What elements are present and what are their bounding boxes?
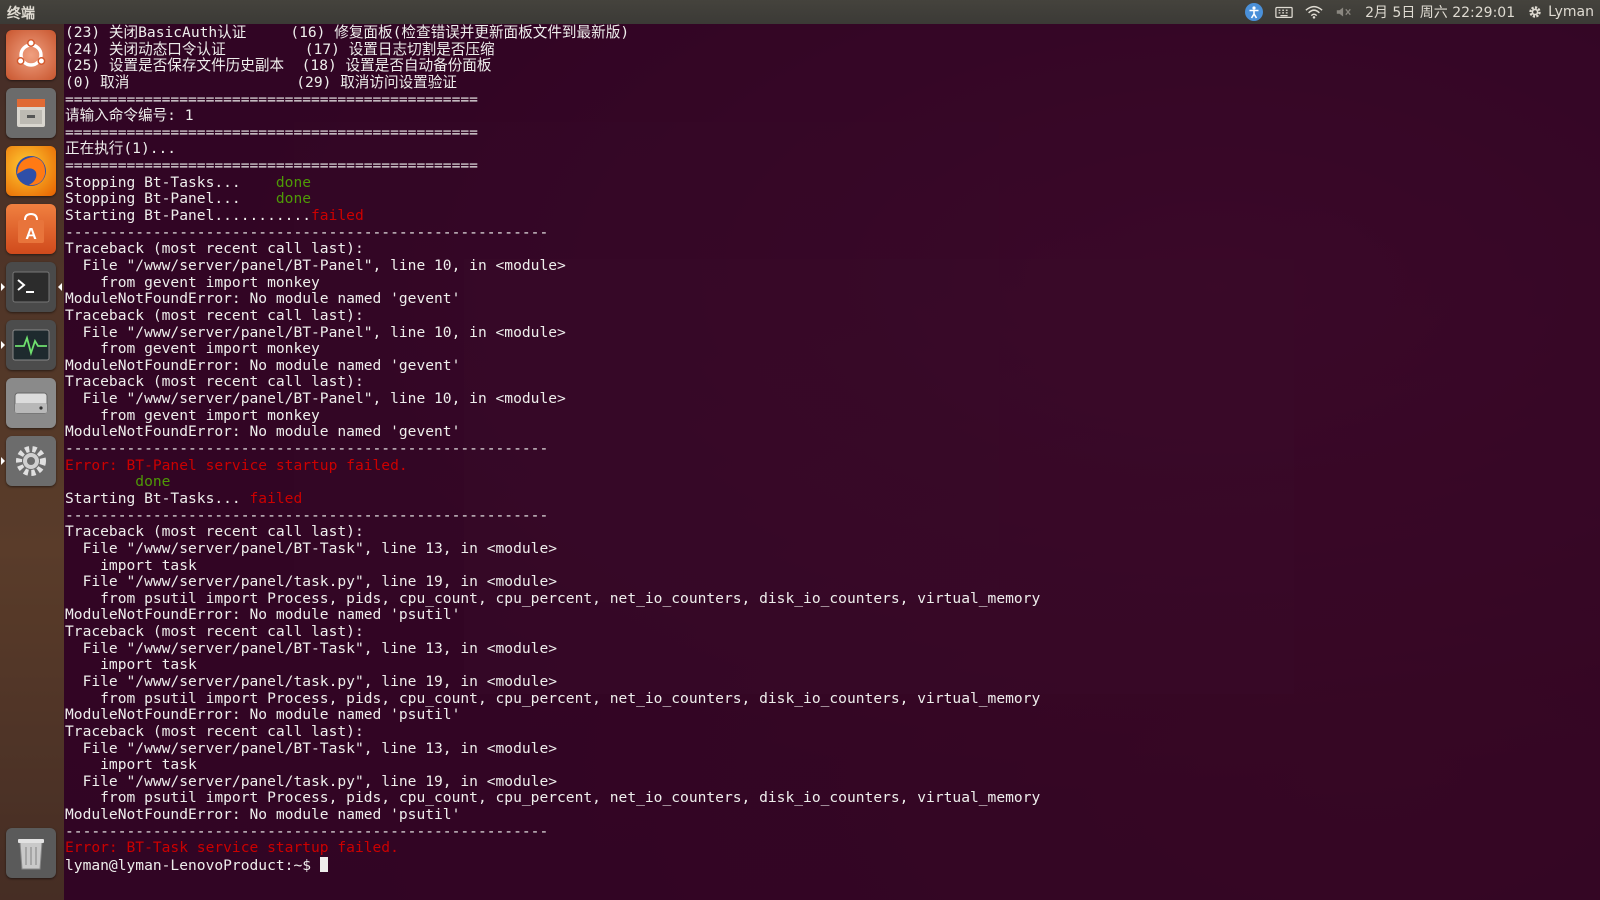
status-label: Stopping Bt-Tasks... xyxy=(65,173,276,191)
error-line: ModuleNotFoundError: No module named 'ps… xyxy=(65,806,461,824)
traceback-line: Traceback (most recent call last): xyxy=(65,623,364,641)
shell-prompt: lyman@lyman-LenovoProduct:~$ xyxy=(65,857,320,875)
status-failed: failed xyxy=(249,489,303,507)
volume-muted-icon[interactable] xyxy=(1335,3,1353,21)
traceback-line: import task xyxy=(65,556,197,574)
separator-line: ========================================… xyxy=(65,157,478,175)
system-monitor-icon xyxy=(12,329,50,361)
status-line: Starting Bt-Panel...........failed xyxy=(65,207,1040,225)
launcher-terminal[interactable] xyxy=(1,262,62,312)
launcher-software-center[interactable]: A xyxy=(6,204,56,254)
status-done: done xyxy=(65,473,171,491)
trash-icon xyxy=(18,839,44,870)
firefox-icon xyxy=(16,156,46,186)
status-line: Stopping Bt-Panel... done xyxy=(65,191,1040,208)
traceback-line: Traceback (most recent call last): xyxy=(65,240,364,258)
traceback-line: File "/www/server/panel/task.py", line 1… xyxy=(65,573,558,591)
top-panel: 终端 2月 5日 周六 22:29:01 Lyman xyxy=(0,0,1600,24)
traceback-line: File "/www/server/panel/BT-Task", line 1… xyxy=(65,739,558,757)
svg-text:A: A xyxy=(25,226,37,243)
separator-line: ----------------------------------------… xyxy=(65,822,549,840)
menu-line: (24) 关闭动态口令认证 (17) 设置日志切割是否压缩 xyxy=(65,40,495,58)
launcher-ubuntu-dash[interactable] xyxy=(6,30,56,80)
error-line: ModuleNotFoundError: No module named 'ge… xyxy=(65,423,461,441)
accessibility-icon[interactable] xyxy=(1245,3,1264,21)
launcher-system-monitor[interactable] xyxy=(1,320,56,370)
menu-line: (23) 关闭BasicAuth认证 (16) 修复面板(检查错误并更新面板文件… xyxy=(65,24,630,41)
separator-line: ----------------------------------------… xyxy=(65,440,549,458)
software-bag-icon: A xyxy=(18,212,44,243)
window-title: 终端 xyxy=(7,6,35,22)
keyboard-icon[interactable] xyxy=(1275,3,1293,21)
service-error-line: Error: BT-Task service startup failed. xyxy=(65,839,399,857)
traceback-line: Traceback (most recent call last): xyxy=(65,306,364,324)
traceback-line: File "/www/server/panel/BT-Task", line 1… xyxy=(65,539,558,557)
ubuntu-logo-icon xyxy=(16,39,46,67)
launcher: A xyxy=(0,24,64,900)
traceback-line: Traceback (most recent call last): xyxy=(65,523,364,541)
settings-gear-icon xyxy=(16,446,46,476)
clock[interactable]: 2月 5日 周六 22:29:01 xyxy=(1365,2,1515,22)
wifi-icon[interactable] xyxy=(1305,3,1323,21)
status-label: Stopping Bt-Panel... xyxy=(65,190,276,208)
file-cabinet-icon xyxy=(17,99,45,127)
status-label: Starting Bt-Tasks... xyxy=(65,489,250,507)
terminal-output[interactable]: (23) 关闭BasicAuth认证 (16) 修复面板(检查错误并更新面板文件… xyxy=(65,24,1041,874)
traceback-line: from psutil import Process, pids, cpu_co… xyxy=(65,789,1041,807)
traceback-line: from gevent import monkey xyxy=(65,340,320,358)
traceback-line: File "/www/server/panel/BT-Panel", line … xyxy=(65,390,566,408)
traceback-line: from gevent import monkey xyxy=(65,273,320,291)
status-line: Starting Bt-Tasks... failed xyxy=(65,489,1040,508)
indicator-area: 2月 5日 周六 22:29:01 Lyman xyxy=(1245,0,1594,24)
error-line: ModuleNotFoundError: No module named 'ge… xyxy=(65,356,461,374)
separator-line: ========================================… xyxy=(65,123,478,141)
traceback-line: File "/www/server/panel/task.py", line 1… xyxy=(65,672,558,690)
traceback-line: from gevent import monkey xyxy=(65,406,320,424)
traceback-line: File "/www/server/panel/BT-Task", line 1… xyxy=(65,639,558,657)
status-failed: failed xyxy=(311,207,364,225)
gear-icon xyxy=(1529,6,1541,18)
status-done: done xyxy=(275,173,312,191)
traceback-line: File "/www/server/panel/BT-Panel", line … xyxy=(65,323,566,341)
menu-line: (0) 取消 (29) 取消访问设置验证 xyxy=(65,73,457,91)
drive-icon xyxy=(14,392,48,414)
terminal-window[interactable]: (23) 关闭BasicAuth认证 (16) 修复面板(检查错误并更新面板文件… xyxy=(64,24,1600,900)
error-line: ModuleNotFoundError: No module named 'ps… xyxy=(65,606,461,624)
traceback-line: Traceback (most recent call last): xyxy=(65,373,364,391)
launcher-trash[interactable] xyxy=(6,828,56,878)
error-line: ModuleNotFoundError: No module named 'ge… xyxy=(65,290,461,308)
traceback-line: from psutil import Process, pids, cpu_co… xyxy=(65,689,1041,707)
launcher-firefox[interactable] xyxy=(6,146,56,196)
error-line: ModuleNotFoundError: No module named 'ps… xyxy=(65,706,461,724)
traceback-line: import task xyxy=(65,756,197,774)
traceback-line: from psutil import Process, pids, cpu_co… xyxy=(65,589,1041,607)
executing-line: 正在执行(1)... xyxy=(65,140,177,158)
user-name: Lyman xyxy=(1548,4,1594,20)
session-menu[interactable]: Lyman xyxy=(1527,4,1594,20)
traceback-line: Traceback (most recent call last): xyxy=(65,722,364,740)
text-cursor[interactable] xyxy=(319,857,328,873)
service-error-line: Error: BT-Panel service startup failed. xyxy=(65,456,408,474)
separator-line: ----------------------------------------… xyxy=(65,223,549,241)
launcher-system-settings[interactable] xyxy=(1,436,56,486)
launcher-drive[interactable] xyxy=(6,378,56,428)
status-done: done xyxy=(275,190,312,208)
traceback-line: File "/www/server/panel/BT-Panel", line … xyxy=(65,256,566,274)
status-label: Starting Bt-Panel........... xyxy=(65,207,312,225)
command-input-line: 请输入命令编号: 1 xyxy=(65,107,194,125)
terminal-icon xyxy=(12,271,50,303)
shell-prompt-line: lyman@lyman-LenovoProduct:~$ xyxy=(65,857,1040,874)
launcher-files[interactable] xyxy=(6,88,56,138)
traceback-line: File "/www/server/panel/task.py", line 1… xyxy=(65,772,558,790)
separator-line: ----------------------------------------… xyxy=(65,506,549,524)
separator-line: ========================================… xyxy=(65,90,478,108)
status-line: Stopping Bt-Tasks... done xyxy=(65,173,1040,192)
traceback-line: import task xyxy=(65,656,197,674)
menu-line: (25) 设置是否保存文件历史副本 (18) 设置是否自动备份面板 xyxy=(65,57,492,75)
